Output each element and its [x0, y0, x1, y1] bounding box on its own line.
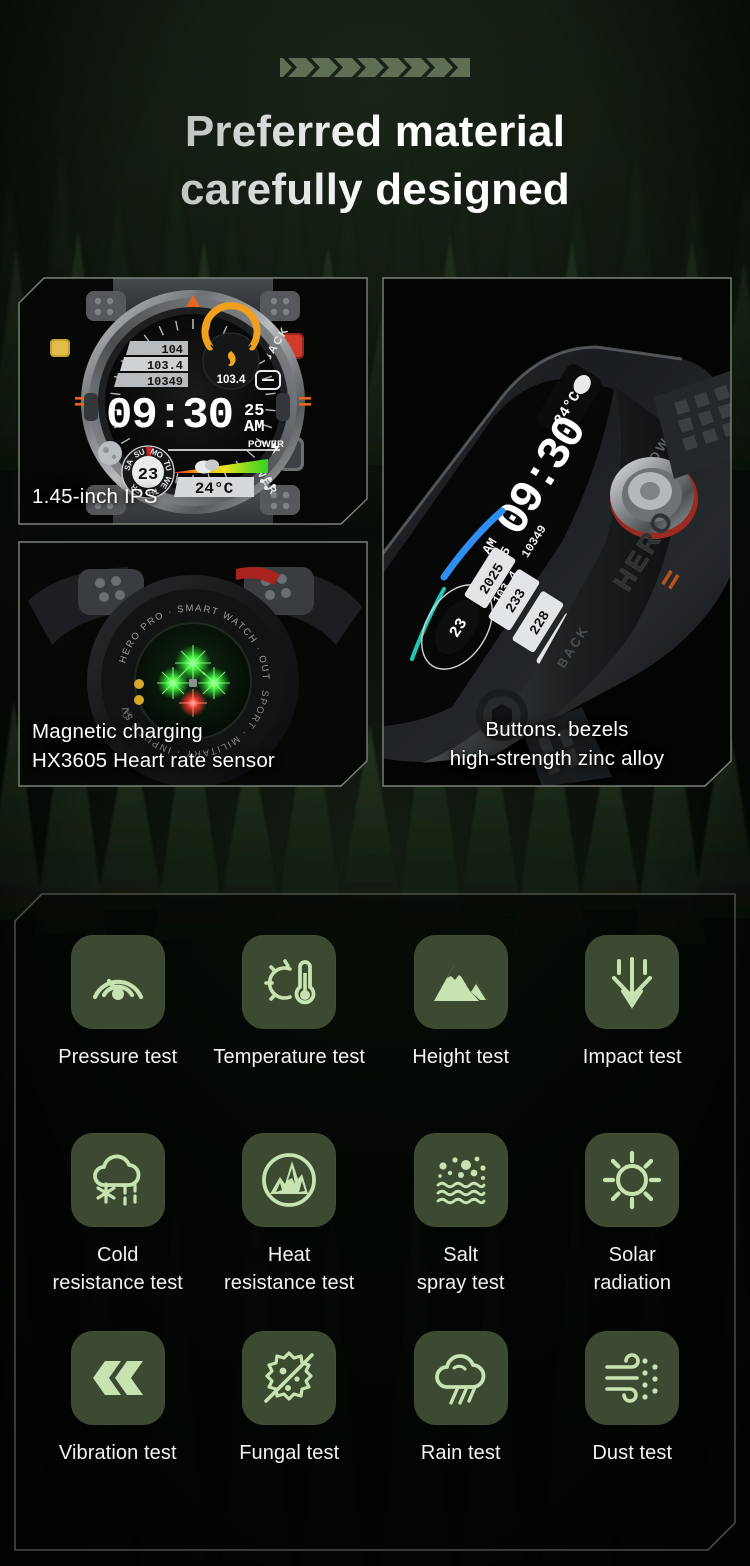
test-tile	[413, 935, 508, 1029]
test-tile	[585, 935, 680, 1029]
mountain-icon	[433, 965, 488, 1001]
page-header: Preferred material carefully designed	[0, 0, 750, 219]
panel-sensor: HERO PRO · SMART WATCH · OUTDOOR SPORT ·…	[18, 541, 368, 787]
test-tile	[70, 1331, 165, 1425]
test-item-heat-resistance[interactable]: Heat resistance test	[204, 1133, 376, 1297]
panel-bezel-caption: Buttons. bezels high-strength zinc alloy	[382, 715, 732, 773]
down-arrow-impact-icon	[612, 957, 653, 1009]
test-item-fungal[interactable]: Fungal test	[204, 1331, 376, 1468]
pressure-gauge-icon	[92, 978, 143, 1000]
panel-bezel-caption-line-1: Buttons. bezels	[485, 717, 629, 741]
test-label: Solar radiation	[593, 1244, 672, 1294]
test-label: Pressure test	[58, 1046, 178, 1068]
svg-text:103.4: 103.4	[217, 374, 246, 386]
svg-text:103.4: 103.4	[147, 359, 183, 373]
double-chevron-vibration-icon	[92, 1361, 143, 1395]
test-item-salt-spray[interactable]: Salt spray test	[375, 1133, 547, 1297]
test-tile	[413, 1331, 508, 1425]
flame-circle-icon	[262, 1153, 317, 1207]
test-item-vibration[interactable]: Vibration test	[32, 1331, 204, 1468]
test-item-solar-radiation[interactable]: Solar radiation	[547, 1133, 719, 1297]
test-label: Temperature test	[213, 1046, 366, 1068]
feature-panels: GPS POWER BACK	[18, 277, 732, 787]
test-label: Dust test	[592, 1442, 673, 1464]
test-tile	[413, 1133, 508, 1227]
rain-cloud-icon	[434, 1354, 486, 1405]
test-item-cold-resistance[interactable]: Cold resistance test	[32, 1133, 204, 1297]
svg-text:10349: 10349	[147, 375, 183, 389]
test-item-rain[interactable]: Rain test	[375, 1331, 547, 1468]
sun-thermometer-icon	[264, 959, 316, 1005]
test-label: Fungal test	[239, 1442, 340, 1464]
panel-bezel-image: 24°C 09:30 AM 25 103.410349	[382, 277, 732, 787]
salt-spray-waves-icon	[436, 1156, 486, 1205]
test-label: Vibration test	[58, 1442, 177, 1464]
test-item-temperature[interactable]: Temperature test	[204, 935, 376, 1072]
snow-cloud-icon	[92, 1154, 141, 1206]
panel-sensor-caption: Magnetic charging HX3605 Heart rate sens…	[32, 717, 275, 775]
sun-icon	[603, 1150, 662, 1210]
svg-text:AM: AM	[244, 418, 264, 437]
test-label: Height test	[412, 1046, 510, 1068]
panel-display-caption: 1.45-inch IPS	[32, 484, 158, 508]
panel-sensor-caption-line-1: Magnetic charging	[32, 719, 203, 743]
page-title-line-1: Preferred material	[184, 107, 566, 156]
test-item-dust[interactable]: Dust test	[547, 1331, 719, 1468]
svg-text:09:30: 09:30	[106, 391, 233, 441]
panel-display: GPS POWER BACK	[18, 277, 368, 525]
panel-bezel: 24°C 09:30 AM 25 103.410349	[382, 277, 732, 787]
test-tile	[585, 1331, 680, 1425]
panel-sensor-caption-line-2: HX3605 Heart rate sensor	[32, 748, 275, 772]
test-label: Heat resistance test	[224, 1244, 355, 1294]
svg-text:POWER: POWER	[248, 439, 284, 450]
svg-text:24°C: 24°C	[195, 480, 234, 498]
durability-tests-section: Pressure test Temperature test Height te…	[14, 893, 736, 1551]
test-tile	[242, 935, 337, 1029]
svg-text:104: 104	[161, 343, 183, 357]
test-item-pressure[interactable]: Pressure test	[32, 935, 204, 1072]
test-tile	[585, 1133, 680, 1227]
test-tile	[242, 1133, 337, 1227]
panel-bezel-caption-line-2: high-strength zinc alloy	[449, 746, 665, 770]
test-tile	[70, 935, 165, 1029]
test-tile	[242, 1331, 337, 1425]
test-label: Salt spray test	[416, 1244, 505, 1294]
wind-dust-icon	[605, 1353, 658, 1403]
page-title: Preferred material carefully designed	[0, 103, 750, 219]
test-label: Cold resistance test	[52, 1244, 183, 1294]
fungus-slash-icon	[264, 1351, 315, 1403]
test-label: Rain test	[420, 1442, 501, 1464]
tests-grid: Pressure test Temperature test Height te…	[14, 893, 736, 1551]
page-title-line-2: carefully designed	[180, 165, 570, 215]
chevron-bar-icon	[280, 58, 470, 77]
test-item-impact[interactable]: Impact test	[547, 935, 719, 1072]
test-item-height[interactable]: Height test	[375, 935, 547, 1072]
test-tile	[70, 1133, 165, 1227]
test-label: Impact test	[582, 1046, 682, 1068]
